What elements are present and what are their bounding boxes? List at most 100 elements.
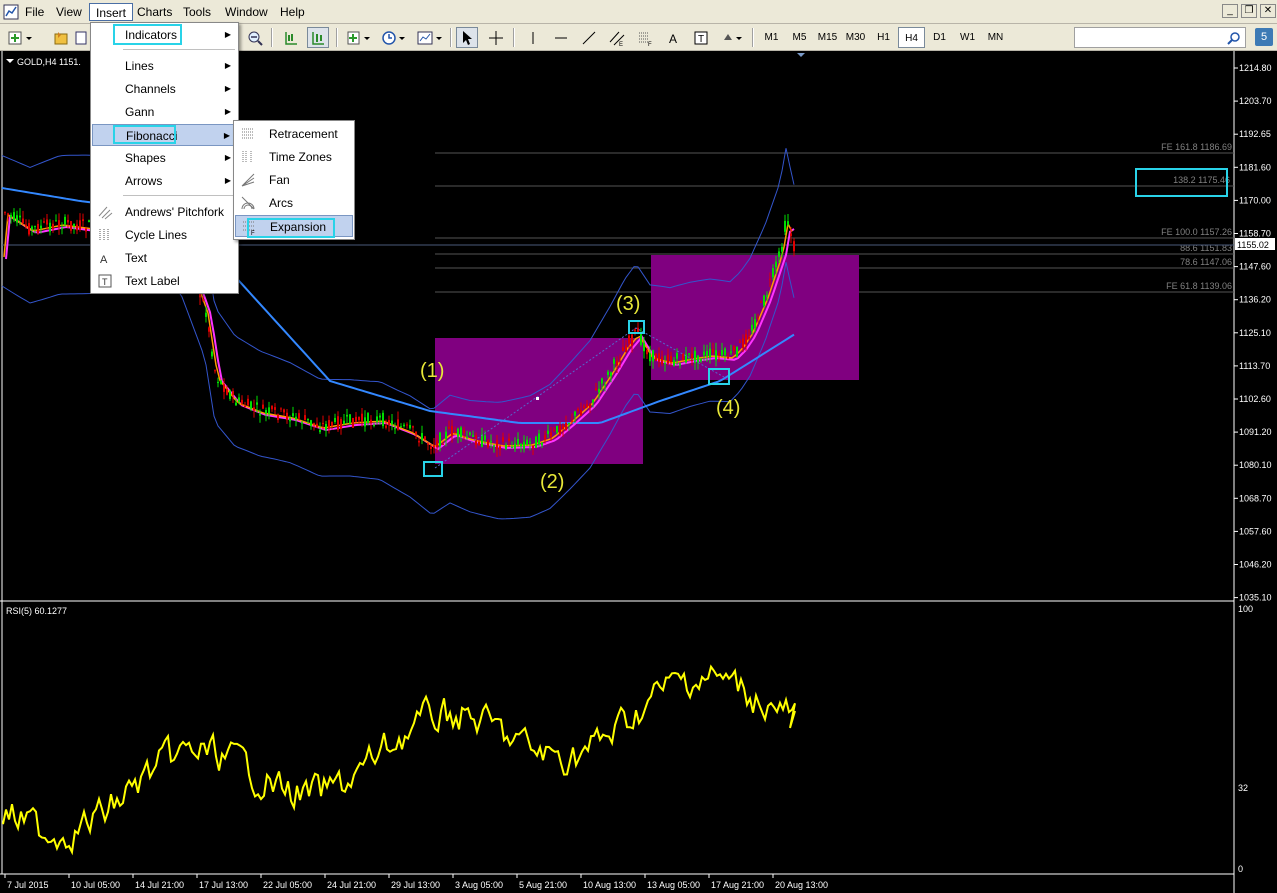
fibo-label-61: FE 61.8 1139.06 <box>1166 281 1232 291</box>
autoscroll-icon[interactable] <box>307 27 329 48</box>
timeframe-m5[interactable]: M5 <box>786 27 813 48</box>
vertical-line-icon[interactable] <box>522 27 544 48</box>
text-icon[interactable]: A <box>662 27 684 48</box>
templates-icon[interactable] <box>415 27 445 48</box>
candle-body <box>304 415 306 421</box>
insert-lines[interactable]: Lines ▶ <box>92 55 237 77</box>
profiles-icon[interactable] <box>50 27 72 48</box>
app-icon <box>3 4 19 20</box>
candle-body <box>205 312 207 317</box>
timeframe-mn[interactable]: MN <box>982 27 1009 48</box>
insert-gann[interactable]: Gann ▶ <box>92 101 237 123</box>
price-label: 1080.10 <box>1239 460 1272 470</box>
submenu-arrow-icon: ▶ <box>224 61 231 70</box>
timeframe-m30[interactable]: M30 <box>842 27 869 48</box>
candle-body <box>292 413 294 417</box>
new-chart-icon[interactable] <box>6 27 36 48</box>
timeframe-h4[interactable]: H4 <box>898 27 925 48</box>
search-input[interactable] <box>1074 27 1246 48</box>
rsi-axis-0: 0 <box>1238 864 1243 874</box>
timeframe-w1[interactable]: W1 <box>954 27 981 48</box>
search-icon[interactable] <box>1227 31 1241 45</box>
fibo-retracement[interactable]: Retracement <box>235 123 353 145</box>
time-label: 24 Jul 21:00 <box>327 880 376 890</box>
candle-body <box>61 228 63 230</box>
menu-tools[interactable]: Tools <box>177 3 217 21</box>
text-label-icon[interactable]: T <box>690 27 712 48</box>
candle-body <box>76 224 78 231</box>
insert-arrows[interactable]: Arrows ▶ <box>92 170 237 192</box>
menu-insert[interactable]: Insert <box>89 3 134 21</box>
candle-body <box>553 429 555 431</box>
time-label: 7 Jul 2015 <box>7 880 49 890</box>
candle-body <box>451 426 453 437</box>
restore-icon[interactable]: ❐ <box>1241 4 1257 18</box>
candle-body <box>547 430 549 434</box>
rsi-axis-100: 100 <box>1238 604 1253 614</box>
menu-window[interactable]: Window <box>219 3 274 21</box>
candle-body <box>652 349 654 362</box>
menu-charts[interactable]: Charts <box>131 3 178 21</box>
candle-body <box>583 406 585 408</box>
fibo-fan[interactable]: Fan <box>235 169 353 191</box>
price-label: 1136.20 <box>1239 295 1271 305</box>
insert-text-label[interactable]: T Text Label <box>92 270 237 292</box>
insert-cycle-lines[interactable]: Cycle Lines <box>92 224 237 246</box>
market-watch-icon[interactable] <box>74 27 88 48</box>
menu-view[interactable]: View <box>50 3 88 21</box>
candle-body <box>40 225 42 229</box>
candle-body <box>319 429 321 433</box>
candle-body <box>469 432 471 435</box>
minimize-icon[interactable]: _ <box>1222 4 1238 18</box>
candle-body <box>427 443 429 445</box>
timeframe-d1[interactable]: D1 <box>926 27 953 48</box>
fibo-arcs[interactable]: Arcs <box>235 192 353 214</box>
wave-label-4: (4) <box>716 397 740 419</box>
price-label: 1091.20 <box>1239 427 1272 437</box>
horizontal-line-icon[interactable] <box>550 27 572 48</box>
timeframe-h1[interactable]: H1 <box>870 27 897 48</box>
fibonacci-retracement-icon[interactable]: F <box>634 27 656 48</box>
indicators-list-icon[interactable] <box>344 27 374 48</box>
candle-body <box>556 425 558 433</box>
candle-body <box>736 346 738 357</box>
highlight-point-1 <box>423 461 443 477</box>
chart-shift-icon[interactable] <box>280 27 302 48</box>
timeframe-m1[interactable]: M1 <box>758 27 785 48</box>
candle-body <box>406 424 408 426</box>
fibo-time-zones[interactable]: Time Zones <box>235 146 353 168</box>
candle-body <box>598 388 600 393</box>
menu-file[interactable]: File <box>19 3 50 21</box>
trendline-icon[interactable] <box>578 27 600 48</box>
insert-channels[interactable]: Channels ▶ <box>92 78 237 100</box>
candle-body <box>49 222 51 232</box>
candle-body <box>298 413 300 419</box>
text-icon: A <box>100 254 108 266</box>
insert-text[interactable]: A Text <box>92 247 237 269</box>
menu-help[interactable]: Help <box>274 3 311 21</box>
cursor-icon[interactable] <box>456 27 478 48</box>
candle-body <box>340 419 342 429</box>
periods-clock-icon[interactable] <box>379 27 409 48</box>
submenu-arrow-icon: ▶ <box>224 30 231 39</box>
insert-gann-label: Gann <box>125 105 155 119</box>
candle-body <box>358 417 360 421</box>
zoom-out-icon[interactable] <box>244 27 266 48</box>
candle-body <box>697 355 699 363</box>
candle-body <box>202 299 204 301</box>
candle-body <box>43 221 45 223</box>
candle-body <box>349 414 351 424</box>
candle-body <box>226 389 228 395</box>
close-icon[interactable]: ✕ <box>1260 4 1276 18</box>
chart-menu-icon[interactable] <box>6 59 14 63</box>
insert-andrews-pitchfork[interactable]: Andrews' Pitchfork <box>92 201 237 223</box>
candle-body <box>706 350 708 357</box>
crosshair-icon[interactable] <box>485 27 507 48</box>
insert-shapes[interactable]: Shapes ▶ <box>92 147 237 169</box>
arrows-icon[interactable] <box>720 27 746 48</box>
equidistant-channel-icon[interactable]: E <box>606 27 628 48</box>
candle-body <box>211 351 213 357</box>
candle-body <box>541 442 543 446</box>
timeframe-m15[interactable]: M15 <box>814 27 841 48</box>
notification-badge[interactable]: 5 <box>1255 28 1273 46</box>
